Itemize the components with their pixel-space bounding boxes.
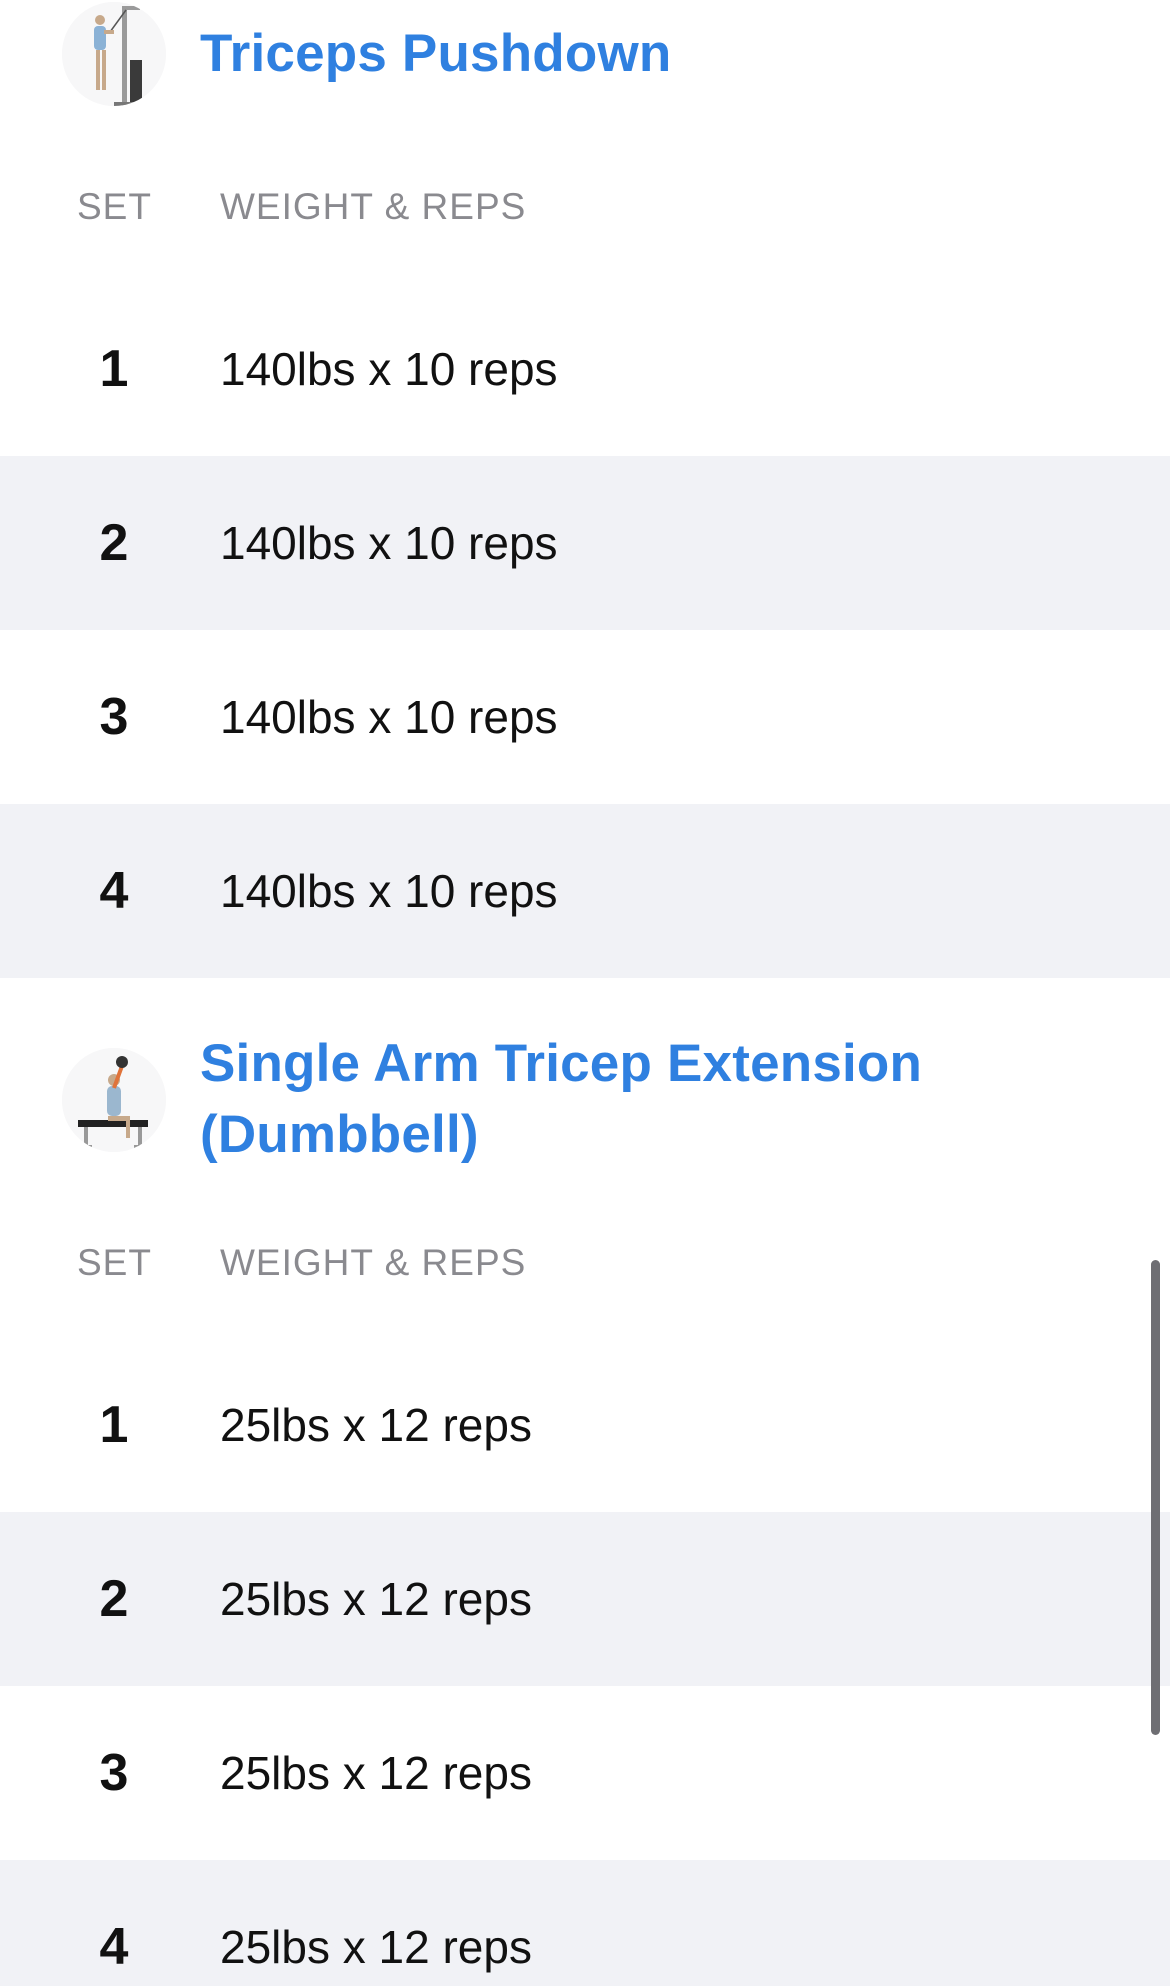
weight-reps-column-label: WEIGHT & REPS (220, 186, 527, 227)
set-row[interactable]: 3 25lbs x 12 reps (0, 1686, 1170, 1860)
workout-detail-page: Triceps Pushdown SET WEIGHT & REPS 1 140… (0, 0, 1170, 1986)
set-row[interactable]: 1 140lbs x 10 reps (0, 282, 1170, 456)
set-column-label: SET (77, 1242, 152, 1283)
set-weight-reps: 25lbs x 12 reps (220, 1747, 532, 1799)
set-number: 1 (99, 340, 129, 398)
set-row[interactable]: 4 25lbs x 12 reps (0, 1860, 1170, 1986)
set-number: 2 (99, 514, 129, 572)
column-header: SET WEIGHT & REPS (0, 1234, 1170, 1294)
set-number: 4 (99, 862, 129, 920)
vertical-scrollbar[interactable] (1151, 1260, 1160, 1735)
set-row[interactable]: 2 140lbs x 10 reps (0, 456, 1170, 630)
exercise-title[interactable]: Single Arm Tricep Extension (Dumbbell) (200, 1028, 960, 1170)
column-header: SET WEIGHT & REPS (0, 178, 1170, 238)
set-row[interactable]: 2 25lbs x 12 reps (0, 1512, 1170, 1686)
set-weight-reps: 140lbs x 10 reps (220, 343, 558, 395)
weight-reps-column-label: WEIGHT & REPS (220, 1242, 527, 1283)
set-number: 2 (99, 1570, 129, 1628)
set-row[interactable]: 4 140lbs x 10 reps (0, 804, 1170, 978)
set-number: 4 (99, 1918, 129, 1976)
set-weight-reps: 25lbs x 12 reps (220, 1399, 532, 1451)
set-number: 3 (99, 688, 129, 746)
set-weight-reps: 25lbs x 12 reps (220, 1573, 532, 1625)
set-weight-reps: 140lbs x 10 reps (220, 517, 558, 569)
set-column-label: SET (77, 186, 152, 227)
cable-pushdown-icon (62, 2, 166, 106)
set-number: 3 (99, 1744, 129, 1802)
dumbbell-extension-icon (62, 1048, 166, 1152)
set-weight-reps: 140lbs x 10 reps (220, 691, 558, 743)
exercise-title[interactable]: Triceps Pushdown (200, 18, 960, 89)
set-weight-reps: 25lbs x 12 reps (220, 1921, 532, 1973)
set-row[interactable]: 1 25lbs x 12 reps (0, 1338, 1170, 1512)
exercise-header[interactable]: Triceps Pushdown (0, 0, 1170, 120)
exercise-header[interactable]: Single Arm Tricep Extension (Dumbbell) (0, 1016, 1170, 1176)
set-number: 1 (99, 1396, 129, 1454)
set-row[interactable]: 3 140lbs x 10 reps (0, 630, 1170, 804)
set-weight-reps: 140lbs x 10 reps (220, 865, 558, 917)
